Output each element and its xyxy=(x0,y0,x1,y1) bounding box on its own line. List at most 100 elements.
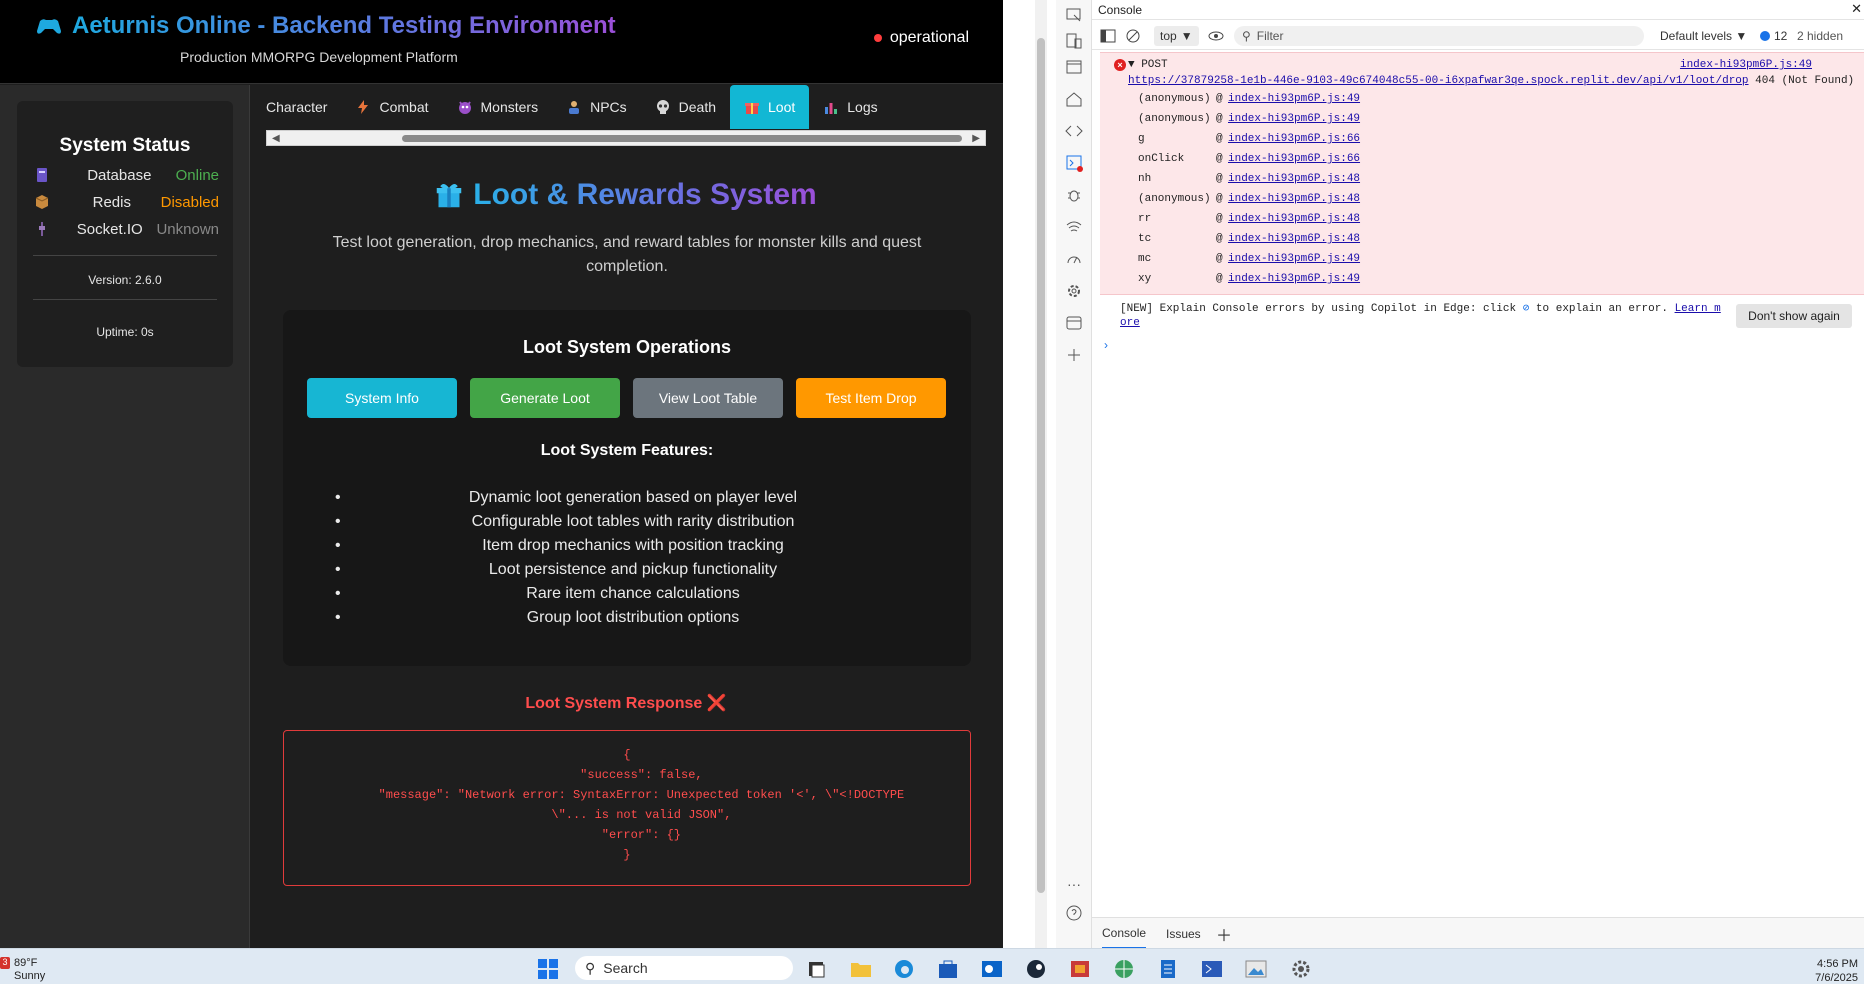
stack-link[interactable]: index-hi93pm6P.js:49 xyxy=(1228,273,1360,293)
add-tool-icon[interactable] xyxy=(1065,346,1083,364)
divider xyxy=(33,255,217,256)
divider xyxy=(33,299,217,300)
system-status-heading: System Status xyxy=(59,135,191,156)
steam-icon[interactable] xyxy=(1025,959,1047,979)
bug-icon[interactable] xyxy=(1065,186,1083,204)
learn-more-link-cont[interactable]: ore xyxy=(1120,317,1140,329)
stack-row: xy @ index-hi93pm6P.js:49 xyxy=(1138,273,1738,293)
skull-icon xyxy=(656,100,669,114)
weather-badge: 3 xyxy=(0,957,10,969)
gift-icon xyxy=(437,184,462,208)
stack-trace: (anonymous) @ index-hi93pm6P.js:49 (anonym… xyxy=(1138,93,1738,293)
error-source-link[interactable]: index-hi93pm6P.js:49 xyxy=(1680,59,1812,71)
page-scrollbar[interactable] xyxy=(1035,0,1047,948)
weather-condition: Sunny xyxy=(14,970,46,982)
tab-logs[interactable]: Logs xyxy=(809,85,891,129)
tab-monsters[interactable]: Monsters xyxy=(443,85,553,129)
tab-loot[interactable]: Loot xyxy=(730,85,810,129)
generate-loot-button[interactable]: Generate Loot xyxy=(470,378,620,418)
home-icon[interactable] xyxy=(1065,90,1083,108)
clear-console-icon[interactable] xyxy=(1125,28,1141,44)
settings-gear-icon[interactable] xyxy=(1290,959,1312,979)
panel-title: Console xyxy=(1098,3,1143,17)
tab-scrollbar[interactable]: ◀ ▶ xyxy=(266,130,986,146)
issues-counter[interactable]: 12 xyxy=(1760,29,1787,43)
view-loot-table-button[interactable]: View Loot Table xyxy=(633,378,783,418)
stack-link[interactable]: index-hi93pm6P.js:48 xyxy=(1228,213,1360,233)
store-icon[interactable] xyxy=(937,959,959,979)
console-error-message[interactable]: × ▼ POST index-hi93pm6P.js:49 https://37… xyxy=(1100,52,1864,295)
console-prompt[interactable]: › xyxy=(1104,338,1108,352)
file-explorer-icon[interactable] xyxy=(850,959,872,979)
scroll-right-icon[interactable]: ▶ xyxy=(972,133,980,144)
status-row-database: Database Online xyxy=(35,165,219,185)
search-icon: ⚲ xyxy=(585,959,596,976)
stack-link[interactable]: index-hi93pm6P.js:48 xyxy=(1228,173,1360,193)
devtools-panel: Console ✕ top ▼ ⚲ Filter Default levels … xyxy=(1092,0,1864,949)
tab-issues[interactable]: Issues xyxy=(1166,918,1201,949)
sidebar-toggle-icon[interactable] xyxy=(1100,28,1116,44)
inspect-icon[interactable] xyxy=(1065,6,1083,24)
list-item: Configurable loot tables with rarity dis… xyxy=(323,510,943,534)
powershell-icon[interactable] xyxy=(1201,959,1223,979)
device-icon[interactable] xyxy=(1065,32,1083,50)
copilot-tip: [NEW] Explain Console errors by using Co… xyxy=(1120,302,1730,330)
stack-link[interactable]: index-hi93pm6P.js:49 xyxy=(1228,253,1360,273)
tab-death[interactable]: Death xyxy=(641,85,730,129)
stack-link[interactable]: index-hi93pm6P.js:66 xyxy=(1228,133,1360,153)
stack-fn: xy xyxy=(1138,273,1152,285)
tab-character[interactable]: Character xyxy=(266,85,341,129)
edge-browser-icon[interactable] xyxy=(893,959,915,979)
list-item: Dynamic loot generation based on player … xyxy=(323,486,943,510)
add-tab-icon[interactable]: ＋ xyxy=(1216,918,1232,949)
stack-link[interactable]: index-hi93pm6P.js:49 xyxy=(1228,93,1360,113)
page-description: Test loot generation, drop mechanics, an… xyxy=(332,234,922,275)
globe-icon[interactable] xyxy=(1113,959,1135,979)
taskbar-search[interactable]: ⚲ Search xyxy=(575,956,793,980)
scroll-left-icon[interactable]: ◀ xyxy=(272,133,280,144)
test-item-drop-button[interactable]: Test Item Drop xyxy=(796,378,946,418)
tab-npcs[interactable]: NPCs xyxy=(552,85,641,129)
close-icon[interactable]: ✕ xyxy=(1851,1,1862,17)
stack-link[interactable]: index-hi93pm6P.js:48 xyxy=(1228,193,1360,213)
error-url-link[interactable]: https://37879258-1e1b-446e-9103-49c67404… xyxy=(1128,75,1749,87)
scroll-thumb[interactable] xyxy=(1037,38,1045,893)
elements-icon[interactable] xyxy=(1065,122,1083,140)
stack-row: mc @ index-hi93pm6P.js:49 xyxy=(1138,253,1738,273)
help-icon[interactable] xyxy=(1065,904,1083,922)
more-icon[interactable]: ··· xyxy=(1065,876,1083,894)
app-subtitle: Production MMORPG Development Platform xyxy=(180,49,458,65)
performance-icon[interactable] xyxy=(1065,250,1083,268)
system-clock[interactable]: 4:56 PM 7/6/2025 xyxy=(1815,957,1858,984)
wifi-icon[interactable] xyxy=(1065,218,1083,236)
app-icon[interactable] xyxy=(1069,959,1091,979)
dont-show-again-button[interactable]: Don't show again xyxy=(1736,304,1852,328)
window-icon[interactable] xyxy=(1065,58,1083,76)
temperature: 89°F xyxy=(14,957,38,969)
outlook-icon[interactable] xyxy=(981,959,1003,979)
tab-console[interactable]: Console xyxy=(1102,918,1147,949)
stack-fn: mc xyxy=(1138,253,1152,265)
filter-input[interactable]: ⚲ Filter xyxy=(1234,26,1644,46)
notepad-icon[interactable] xyxy=(1157,959,1179,979)
levels-label: Default levels xyxy=(1660,29,1733,43)
learn-more-link[interactable]: Learn m xyxy=(1675,303,1721,315)
image-viewer-icon[interactable] xyxy=(1245,959,1267,979)
application-icon[interactable] xyxy=(1065,314,1083,332)
scroll-thumb[interactable] xyxy=(402,135,962,142)
stack-link[interactable]: index-hi93pm6P.js:49 xyxy=(1228,113,1360,133)
system-info-button[interactable]: System Info xyxy=(307,378,457,418)
task-view-icon[interactable] xyxy=(806,959,828,979)
monster-icon xyxy=(458,101,471,114)
stack-link[interactable]: index-hi93pm6P.js:66 xyxy=(1228,153,1360,173)
log-levels-dropdown[interactable]: Default levels ▼ xyxy=(1660,29,1747,43)
windows-start-icon[interactable] xyxy=(538,959,558,979)
context-selector[interactable]: top ▼ xyxy=(1154,26,1199,46)
error-method[interactable]: ▼ POST xyxy=(1128,59,1168,71)
eye-icon[interactable] xyxy=(1208,28,1224,44)
stack-link[interactable]: index-hi93pm6P.js:48 xyxy=(1228,233,1360,253)
page-title-text: Loot & Rewards System xyxy=(473,178,817,211)
console-icon[interactable] xyxy=(1065,154,1083,172)
gear-icon[interactable] xyxy=(1065,282,1083,300)
tab-combat[interactable]: Combat xyxy=(341,85,442,129)
